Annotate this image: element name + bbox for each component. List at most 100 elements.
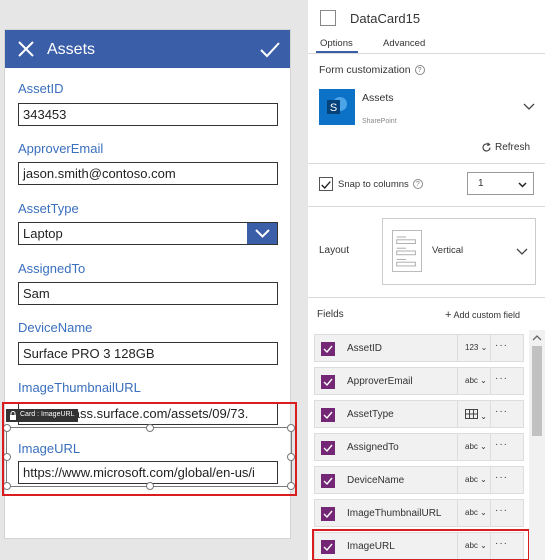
add-custom-field-label: Add custom field <box>453 310 520 320</box>
field-type-label: abc <box>465 508 478 517</box>
datacard-checkbox[interactable] <box>320 10 336 26</box>
assetid-value: 343453 <box>23 107 67 122</box>
imagethumbnailurl-label: ImageThumbnailURL <box>18 380 141 395</box>
more-icon[interactable]: ··· <box>495 373 508 384</box>
chevron-down-icon: ⌄ <box>480 508 487 517</box>
refresh-label: Refresh <box>495 142 531 154</box>
field-type-label: abc <box>465 475 478 484</box>
assignedto-label: AssignedTo <box>18 261 86 276</box>
info-icon[interactable]: ? <box>414 65 425 76</box>
info-icon[interactable]: ? <box>412 179 423 190</box>
chevron-down-icon: ⌄ <box>480 412 487 421</box>
chevron-down-icon <box>518 182 527 188</box>
layout-value: Vertical <box>432 245 464 256</box>
refresh-icon <box>482 142 491 152</box>
sharepoint-logo-letter: S <box>330 102 337 114</box>
check-icon[interactable] <box>259 41 281 59</box>
field-name: AssetType <box>347 409 394 420</box>
more-icon[interactable]: ··· <box>495 406 508 417</box>
field-checkbox[interactable] <box>321 375 335 389</box>
layout-select[interactable]: Vertical <box>382 218 536 285</box>
chevron-down-icon: ⌄ <box>480 442 487 451</box>
field-row-devicename[interactable]: DeviceName abc ⌄ ··· <box>314 466 524 494</box>
assignedto-input[interactable]: Sam <box>18 282 278 305</box>
add-custom-field-button[interactable]: + Add custom field <box>445 309 520 321</box>
assettype-dropdown[interactable]: Laptop <box>18 222 278 245</box>
field-row-approveremail[interactable]: ApproverEmail abc ⌄ ··· <box>314 367 524 395</box>
field-row-assignedto[interactable]: AssignedTo abc ⌄ ··· <box>314 433 524 461</box>
approveremail-input[interactable]: jason.smith@contoso.com <box>18 162 278 185</box>
field-checkbox[interactable] <box>321 342 335 356</box>
divider <box>308 206 545 207</box>
field-type-button[interactable]: abc ⌄ <box>457 434 491 460</box>
assettype-label: AssetType <box>18 201 79 216</box>
datacard-name: DataCard15 <box>350 11 421 26</box>
data-source-type: SharePoint <box>362 118 397 125</box>
field-name: AssetID <box>347 343 383 354</box>
devicename-value: Surface PRO 3 128GB <box>23 346 155 361</box>
layout-label: Layout <box>319 245 350 256</box>
devicename-input[interactable]: Surface PRO 3 128GB <box>18 342 278 365</box>
chevron-down-icon: ⌄ <box>480 475 487 484</box>
field-checkbox[interactable] <box>321 408 335 422</box>
field-name: ImageThumbnailURL <box>347 508 442 519</box>
form-customization-text: Form customization <box>319 64 411 76</box>
more-icon[interactable]: ··· <box>495 505 508 516</box>
field-checkbox[interactable] <box>321 441 335 455</box>
properties-panel: DataCard15 Options Advanced Form customi… <box>308 0 545 560</box>
more-icon[interactable]: ··· <box>495 340 508 351</box>
field-checkbox[interactable] <box>321 474 335 488</box>
refresh-button[interactable]: Refresh <box>481 142 530 153</box>
columns-select[interactable]: 1 <box>467 172 534 195</box>
field-type-button[interactable]: abc ⌄ <box>457 368 491 394</box>
snap-to-columns-text: Snap to columns <box>338 179 409 190</box>
tab-options[interactable]: Options <box>320 38 353 49</box>
form-customization-label: Form customization? <box>319 64 425 76</box>
assetid-label: AssetID <box>18 81 64 96</box>
chevron-down-icon[interactable] <box>523 100 535 112</box>
field-name: ApproverEmail <box>347 376 413 387</box>
close-icon[interactable] <box>17 40 35 58</box>
chevron-down-icon <box>255 229 270 238</box>
form-canvas: Assets AssetID 343453 ApproverEmail jaso… <box>0 0 300 560</box>
field-row-assetid[interactable]: AssetID 123 ⌄ ··· <box>314 334 524 362</box>
divider <box>308 53 545 54</box>
approveremail-label: ApproverEmail <box>18 141 104 156</box>
field-type-button[interactable]: abc ⌄ <box>457 467 491 493</box>
field-type-button[interactable]: ⌄ <box>457 401 491 427</box>
columns-value: 1 <box>478 178 484 189</box>
imageurl-field-highlight <box>312 529 530 560</box>
field-checkbox[interactable] <box>321 507 335 521</box>
assettype-value: Laptop <box>23 226 63 241</box>
sharepoint-logo: S <box>319 89 355 125</box>
chevron-down-icon: ⌄ <box>480 343 488 352</box>
snap-to-columns-checkbox[interactable] <box>319 177 333 191</box>
fields-label: Fields <box>317 309 344 320</box>
field-name: AssignedTo <box>347 442 399 453</box>
tab-advanced[interactable]: Advanced <box>383 38 425 49</box>
chevron-down-icon <box>516 248 528 255</box>
form-title: Assets <box>47 41 96 58</box>
field-type-button[interactable]: 123 ⌄ <box>457 335 491 361</box>
more-icon[interactable]: ··· <box>495 439 508 450</box>
field-row-assettype[interactable]: AssetType ⌄ ··· <box>314 400 524 428</box>
scroll-up-icon[interactable] <box>532 334 542 342</box>
grid-icon <box>465 409 478 419</box>
field-name: DeviceName <box>347 475 405 486</box>
devicename-label: DeviceName <box>18 320 93 335</box>
more-icon[interactable]: ··· <box>495 472 508 483</box>
imageurl-card-highlight <box>2 402 297 496</box>
assetid-input[interactable]: 343453 <box>18 103 278 126</box>
fields-scrollbar[interactable] <box>529 330 545 560</box>
chevron-down-icon: ⌄ <box>480 376 487 385</box>
data-source-name: Assets <box>362 92 394 104</box>
vertical-layout-icon <box>396 236 416 267</box>
field-type-button[interactable]: abc ⌄ <box>457 500 491 526</box>
scroll-thumb[interactable] <box>532 346 542 436</box>
field-row-imagethumbnailurl[interactable]: ImageThumbnailURL abc ⌄ ··· <box>314 499 524 527</box>
assettype-dropdown-button[interactable] <box>247 223 277 244</box>
field-type-label: 123 <box>465 343 479 352</box>
field-type-label: abc <box>465 376 478 385</box>
field-type-label: abc <box>465 442 478 451</box>
layout-thumbnail <box>392 230 422 272</box>
